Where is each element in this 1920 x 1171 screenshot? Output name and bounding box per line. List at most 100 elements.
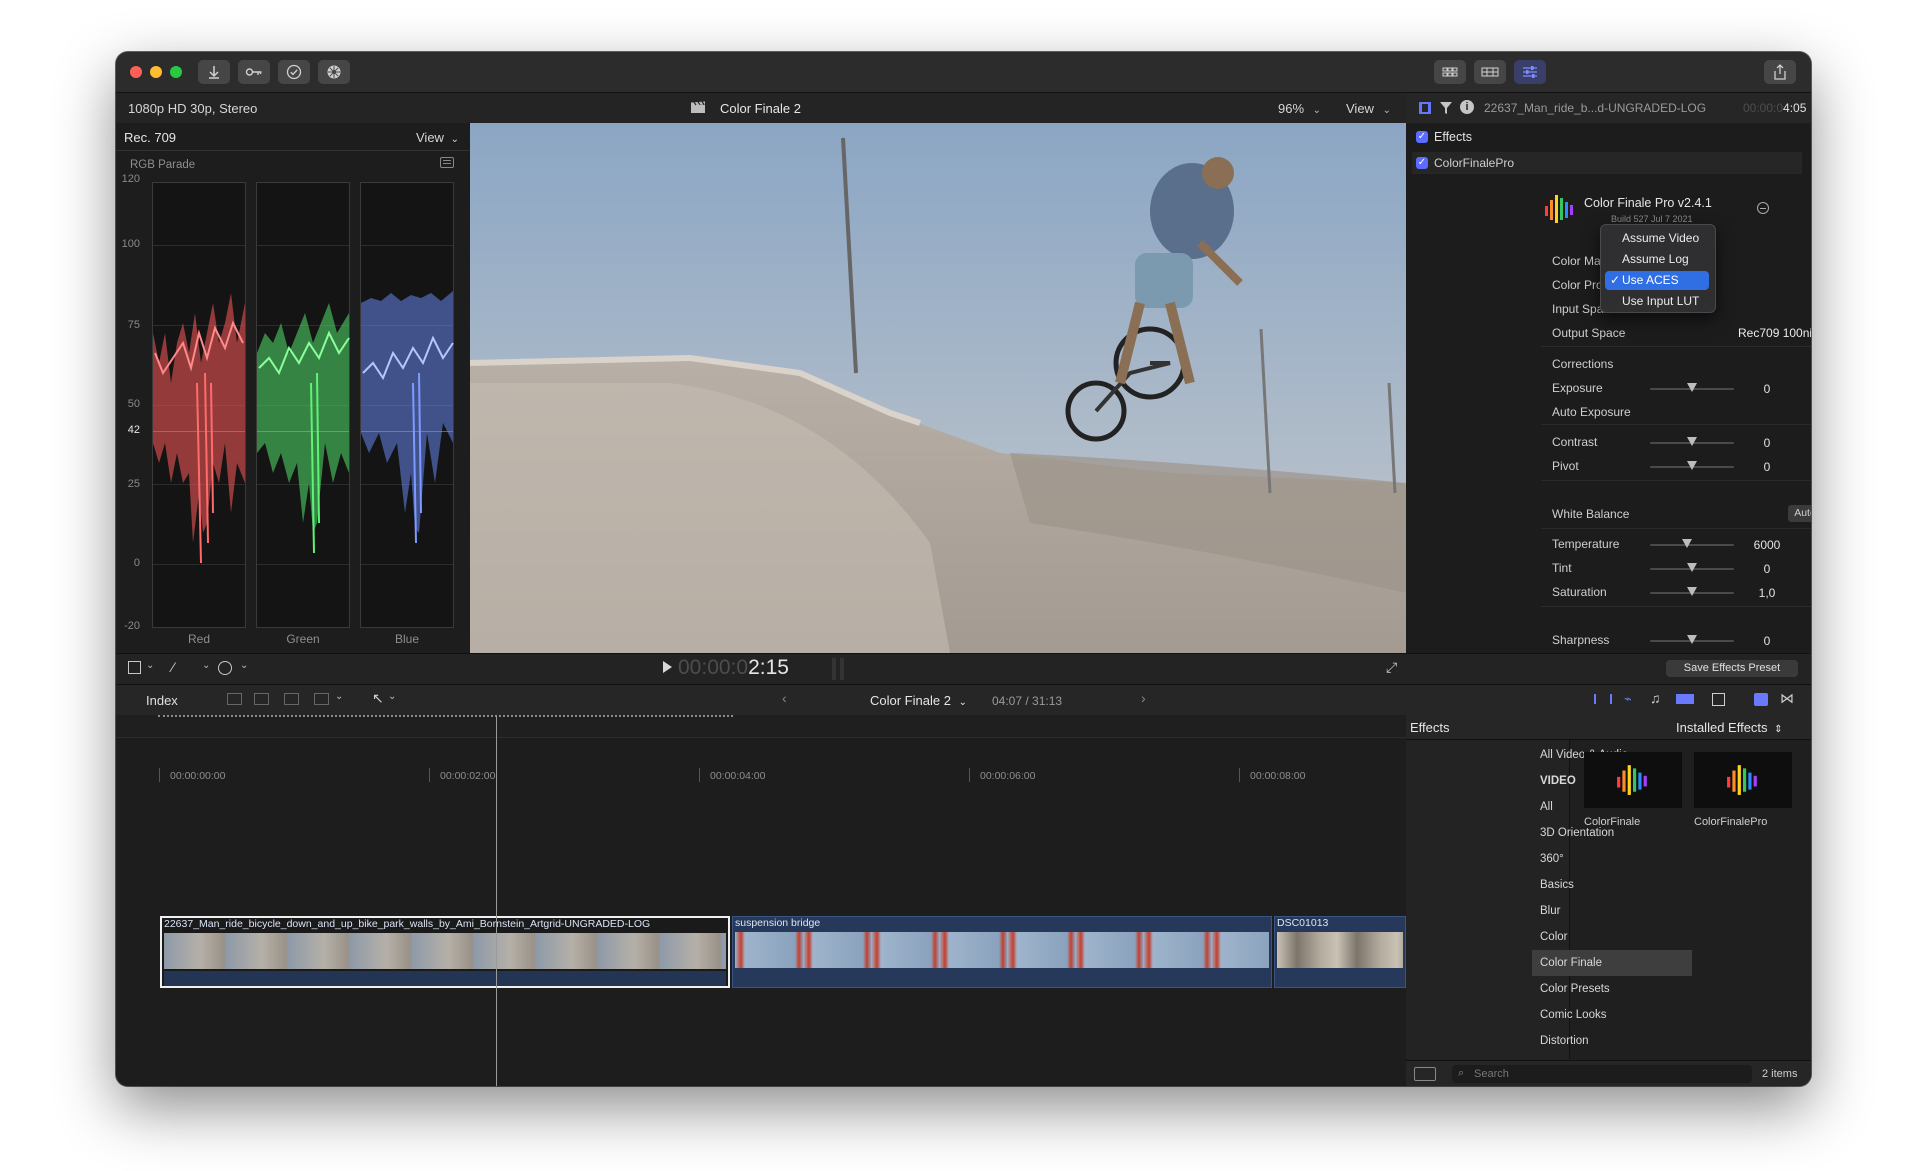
pivot-slider-knob[interactable] xyxy=(1687,461,1697,470)
menu-item-use-aces[interactable]: ✓ Use ACES xyxy=(1605,271,1709,290)
timeline-header: Index ⌄ ↖ ⌄ ‹ Color Finale 2 ⌄ 04:07 / 3… xyxy=(116,684,1811,716)
audio-skimming-icon[interactable]: ⌁ xyxy=(1624,691,1632,707)
append-edit-icon[interactable] xyxy=(284,693,299,705)
minimize-button[interactable] xyxy=(150,66,162,78)
save-effects-preset-button[interactable]: Save Effects Preset xyxy=(1666,660,1798,677)
contrast-value[interactable]: 0 xyxy=(1742,436,1792,450)
overwrite-edit-icon[interactable] xyxy=(314,693,329,705)
scope-view-menu[interactable]: View ⌄ xyxy=(416,130,459,145)
fx-category-blur[interactable]: Blur xyxy=(1532,898,1692,924)
exposure-slider-knob[interactable] xyxy=(1687,383,1697,392)
viewer-view-menu[interactable]: View ⌄ xyxy=(1346,101,1391,116)
chevron-down-icon[interactable]: ⌄ xyxy=(388,691,396,702)
history-back-icon[interactable]: ‹ xyxy=(782,690,787,706)
select-tool-icon[interactable]: ↖ xyxy=(372,690,384,707)
index-button[interactable]: Index xyxy=(146,693,178,708)
transitions-browser-icon[interactable]: ⋈ xyxy=(1780,690,1794,707)
auto-wb-button[interactable]: Auto xyxy=(1788,505,1811,522)
plugin-checkbox[interactable]: ✓ xyxy=(1416,157,1428,169)
sidebar-toggle-icon[interactable] xyxy=(1414,1067,1436,1081)
chevron-down-icon[interactable]: ⌄ xyxy=(240,660,248,671)
playhead[interactable] xyxy=(496,715,497,1086)
history-forward-icon[interactable]: › xyxy=(1141,690,1146,706)
close-button[interactable] xyxy=(130,66,142,78)
fx-category-360[interactable]: 360° xyxy=(1532,846,1692,872)
connect-edit-icon[interactable] xyxy=(227,693,242,705)
fx-category-color[interactable]: Color xyxy=(1532,924,1692,950)
speed-icon[interactable] xyxy=(218,661,232,675)
fx-category-distortion[interactable]: Distortion xyxy=(1532,1028,1692,1054)
effects-browser-icon[interactable] xyxy=(1754,693,1768,706)
exposure-value[interactable]: 0 xyxy=(1742,382,1792,396)
contrast-slider-knob[interactable] xyxy=(1687,437,1697,446)
fx-category-label: VIDEO xyxy=(1540,775,1576,787)
saturation-value[interactable]: 1,0 xyxy=(1742,586,1792,600)
sharpness-value[interactable]: 0 xyxy=(1742,634,1792,648)
pivot-value[interactable]: 0 xyxy=(1742,460,1792,474)
fx-category-color-presets[interactable]: Color Presets xyxy=(1532,976,1692,1002)
fx-category-basics[interactable]: Basics xyxy=(1532,872,1692,898)
timecode-display[interactable]: 00:00:02:15 xyxy=(678,656,789,680)
search-field[interactable]: ⌕ Search xyxy=(1452,1065,1752,1083)
timeline-clip[interactable]: suspension bridge xyxy=(732,916,1272,988)
project-menu[interactable]: Color Finale 2 ⌄ xyxy=(870,693,967,708)
play-button[interactable] xyxy=(663,661,672,673)
fx-category-color-finale[interactable]: Color Finale xyxy=(1532,950,1692,976)
clapper-icon xyxy=(690,101,706,117)
menu-item-use-input-lut[interactable]: Use Input LUT xyxy=(1605,292,1709,311)
saturation-slider-knob[interactable] xyxy=(1687,587,1697,596)
share-button[interactable] xyxy=(1764,60,1796,84)
scale-label: 50 xyxy=(127,398,140,410)
timeline-clip[interactable]: DSC01013 xyxy=(1274,916,1406,988)
timeline-toggle-button[interactable] xyxy=(1474,60,1506,84)
chevron-down-icon[interactable]: ⌄ xyxy=(335,691,343,702)
download-arrow-icon xyxy=(209,66,219,79)
clip-time-dim: 00:00:0 xyxy=(1743,101,1784,115)
temperature-slider[interactable] xyxy=(1650,544,1734,546)
magic-wand-icon[interactable]: ⁄ xyxy=(172,659,174,675)
clip-title: suspension bridge xyxy=(735,917,821,929)
tint-slider-knob[interactable] xyxy=(1687,563,1697,572)
fullscreen-icon[interactable]: ⤢ xyxy=(1386,659,1397,676)
scope-settings-icon[interactable] xyxy=(440,157,454,168)
inspector-toggle-button[interactable] xyxy=(1514,60,1546,84)
fx-button[interactable] xyxy=(318,60,350,84)
timeline-ruler[interactable] xyxy=(116,715,1406,738)
fx-category-comic-looks[interactable]: Comic Looks xyxy=(1532,1002,1692,1028)
menu-item-assume-video[interactable]: Assume Video xyxy=(1605,229,1709,248)
output-space-popup[interactable]: Rec709 100nits ⇕ xyxy=(1738,326,1811,340)
browser-toggle-button[interactable] xyxy=(1434,60,1466,84)
chevron-down-icon[interactable]: ⌄ xyxy=(146,660,154,671)
film-icon[interactable] xyxy=(1418,101,1432,118)
menu-item-assume-log[interactable]: Assume Log xyxy=(1605,250,1709,269)
tint-value[interactable]: 0 xyxy=(1742,562,1792,576)
chevron-down-icon[interactable]: ⌄ xyxy=(202,660,210,671)
filter-icon[interactable] xyxy=(1440,101,1452,118)
info-icon[interactable]: i xyxy=(1460,100,1474,114)
viewer-canvas[interactable] xyxy=(470,123,1406,653)
effect-tile-colorfinale[interactable]: ColorFinale xyxy=(1584,752,1682,832)
zoom-button[interactable] xyxy=(170,66,182,78)
clip-filmstrip xyxy=(735,932,1269,968)
background-tasks-button[interactable] xyxy=(278,60,310,84)
import-button[interactable] xyxy=(198,60,230,84)
skimming-icon[interactable] xyxy=(1594,694,1612,704)
clip-appearance-icon[interactable] xyxy=(1712,693,1725,706)
sharpness-slider-knob[interactable] xyxy=(1687,635,1697,644)
transform-tool-icon[interactable] xyxy=(128,661,141,674)
installed-effects-menu[interactable]: Installed Effects ⇕ xyxy=(1676,720,1783,735)
snapping-icon[interactable] xyxy=(1676,694,1694,704)
solo-headphones-icon[interactable]: ♫ xyxy=(1650,690,1661,706)
effects-checkbox[interactable]: ✓ xyxy=(1416,131,1428,143)
keywords-button[interactable] xyxy=(238,60,270,84)
pivot-label: Pivot xyxy=(1552,459,1579,473)
parade-green xyxy=(256,182,350,628)
plugin-menu-icon[interactable] xyxy=(1757,202,1769,214)
temperature-slider-knob[interactable] xyxy=(1682,539,1692,548)
zoom-menu[interactable]: 96% ⌄ xyxy=(1278,101,1321,116)
fx-category-label: Distortion xyxy=(1540,1035,1589,1047)
insert-edit-icon[interactable] xyxy=(254,693,269,705)
timeline-clip-selected[interactable]: 22637_Man_ride_bicycle_down_and_up_bike_… xyxy=(160,916,730,988)
effect-tile-colorfinalepro[interactable]: ColorFinalePro xyxy=(1694,752,1792,832)
temperature-value[interactable]: 6000 xyxy=(1742,538,1792,552)
